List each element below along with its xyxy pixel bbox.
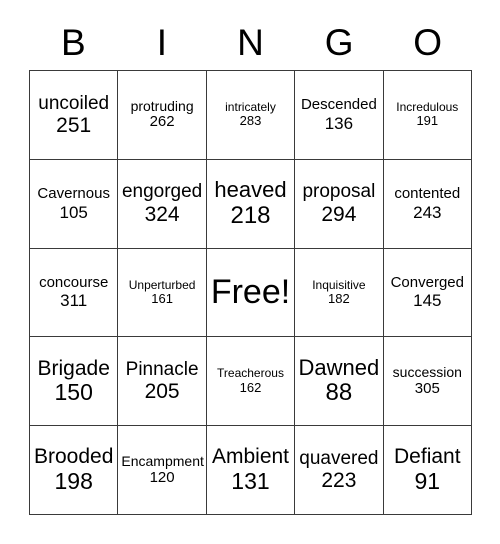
bingo-cell-word: intricately [225, 99, 276, 114]
bingo-cell-number: 182 [328, 290, 350, 306]
bingo-cell[interactable]: Dawned 88 [295, 337, 384, 427]
bingo-cell-word: proposal [302, 181, 376, 203]
bingo-cell-word: engorged [121, 181, 203, 203]
header-letter-g: G [324, 22, 354, 63]
bingo-cell-number: 283 [239, 113, 262, 129]
bingo-cell-word: Descended [300, 95, 377, 113]
bingo-cell-word: Pinnacle [125, 358, 199, 380]
bingo-cell[interactable]: uncoiled 251 [30, 71, 119, 160]
bingo-cell-word: contented [394, 184, 461, 202]
header-letter-o: O [413, 22, 443, 63]
bingo-cell-number: 145 [413, 291, 442, 311]
bingo-cell[interactable]: contented 243 [383, 159, 472, 249]
bingo-cell-number: 91 [414, 467, 441, 494]
bingo-cell[interactable]: concourse 311 [30, 248, 119, 338]
bingo-cell[interactable]: Encampment 120 [118, 426, 207, 515]
bingo-cell-word: quavered [299, 447, 379, 469]
bingo-cell-word: Incredulous [396, 99, 459, 114]
bingo-header-row: B I N G O [29, 16, 472, 70]
bingo-cell-number: 294 [321, 202, 357, 226]
bingo-cell[interactable]: protruding 262 [118, 71, 207, 160]
bingo-free-space[interactable]: Free! [206, 248, 296, 338]
bingo-cell-word: Brooded [33, 445, 114, 469]
bingo-cell-word: concourse [39, 273, 109, 291]
bingo-cell[interactable]: Cavernous 105 [30, 159, 119, 249]
bingo-cell-number: 324 [144, 202, 180, 226]
bingo-cell-word: protruding [130, 97, 194, 114]
bingo-cell[interactable]: Treacherous 162 [206, 337, 296, 427]
bingo-card: B I N G O uncoiled 251 protruding 262 intric… [0, 0, 500, 544]
free-space-label: Free! [210, 273, 291, 312]
bingo-cell-number: 262 [149, 113, 175, 131]
bingo-cell-word: Ambient [211, 445, 290, 469]
bingo-cell[interactable]: Ambient 131 [206, 426, 296, 515]
bingo-cell-word: Treacherous [217, 366, 284, 381]
bingo-cell-number: 223 [321, 468, 357, 492]
bingo-cell-number: 131 [231, 467, 270, 494]
bingo-cell-number: 120 [149, 468, 175, 486]
bingo-cell-word: Unperturbed [128, 277, 196, 292]
bingo-cell-number: 305 [414, 379, 440, 397]
bingo-cell-number: 218 [230, 201, 271, 229]
bingo-cell-number: 251 [56, 113, 92, 137]
bingo-cell[interactable]: Descended 136 [295, 71, 384, 160]
bingo-cell[interactable]: Unperturbed 161 [118, 248, 207, 338]
bingo-cell-number: 161 [151, 290, 173, 306]
bingo-cell-number: 311 [60, 291, 88, 311]
bingo-cell[interactable]: Incredulous 191 [383, 71, 472, 160]
bingo-cell[interactable]: Inquisitive 182 [295, 248, 384, 338]
bingo-cell-number: 198 [54, 467, 93, 494]
bingo-cell[interactable]: Converged 145 [383, 248, 472, 338]
bingo-cell[interactable]: quavered 223 [295, 426, 384, 515]
bingo-cell-word: uncoiled [38, 92, 110, 114]
bingo-cell[interactable]: engorged 324 [118, 159, 207, 249]
bingo-cell[interactable]: Brooded 198 [30, 426, 119, 515]
bingo-cell[interactable]: intricately 283 [206, 71, 296, 160]
bingo-cell-number: 150 [54, 379, 93, 406]
bingo-cell[interactable]: proposal 294 [295, 159, 384, 249]
bingo-cell-number: 105 [59, 202, 88, 222]
bingo-cell-number: 243 [413, 202, 442, 222]
bingo-cell-number: 162 [239, 379, 262, 395]
bingo-cell-number: 191 [416, 113, 439, 129]
bingo-cell-number: 88 [325, 379, 353, 407]
header-letter-n: N [237, 22, 264, 63]
bingo-cell-number: 205 [144, 380, 180, 404]
bingo-cell[interactable]: Brigade 150 [30, 337, 119, 427]
bingo-cell-word: Brigade [37, 356, 110, 380]
bingo-cell-word: Defiant [394, 445, 461, 469]
bingo-cell[interactable]: succession 305 [383, 337, 472, 427]
bingo-grid: uncoiled 251 protruding 262 intricately 283 De… [29, 70, 472, 515]
bingo-cell[interactable]: Pinnacle 205 [118, 337, 207, 427]
bingo-cell-word: heaved [214, 176, 287, 202]
bingo-cell-number: 136 [324, 113, 354, 133]
bingo-cell-word: Inquisitive [312, 277, 366, 292]
header-letter-b: B [60, 22, 86, 63]
bingo-cell[interactable]: Defiant 91 [383, 426, 472, 515]
bingo-cell-word: Converged [390, 273, 464, 291]
header-letter-i: I [156, 22, 168, 63]
bingo-cell[interactable]: heaved 218 [206, 159, 296, 249]
bingo-cell-word: Encampment [121, 452, 204, 469]
bingo-cell-word: Dawned [298, 354, 380, 380]
bingo-cell-word: Cavernous [37, 184, 110, 202]
bingo-cell-word: succession [392, 364, 462, 381]
